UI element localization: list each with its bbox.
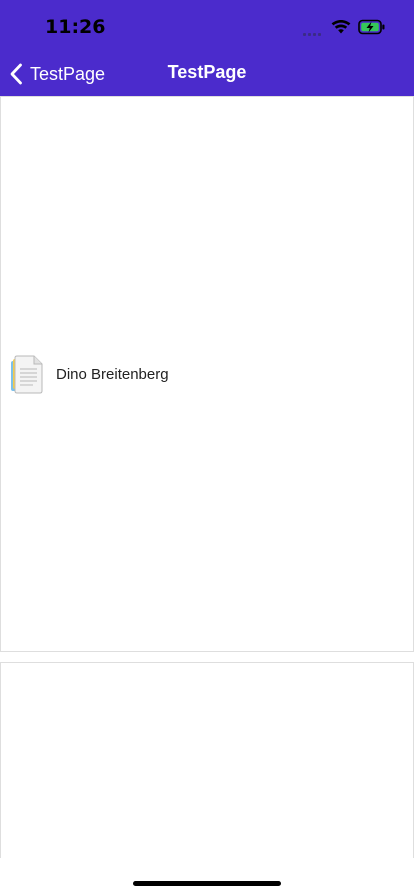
battery-charging-icon <box>358 19 385 35</box>
home-indicator[interactable] <box>133 881 281 886</box>
list-item-label: Dino Breitenberg <box>56 365 169 383</box>
cellular-signal-icon <box>303 30 325 36</box>
wifi-icon <box>331 19 351 34</box>
document-icon <box>11 355 43 394</box>
status-time: 11:26 <box>45 16 106 38</box>
navigation-bar: 11:26 TestPage TestPage <box>0 0 414 96</box>
page-title: TestPage <box>167 62 247 82</box>
bottom-safe-area <box>0 858 414 895</box>
card <box>0 662 414 883</box>
screen: 11:26 TestPage TestPage Dino Breitenberg <box>0 0 414 895</box>
list-item[interactable]: Dino Breitenberg <box>9 353 169 395</box>
card: Dino Breitenberg <box>0 96 414 652</box>
